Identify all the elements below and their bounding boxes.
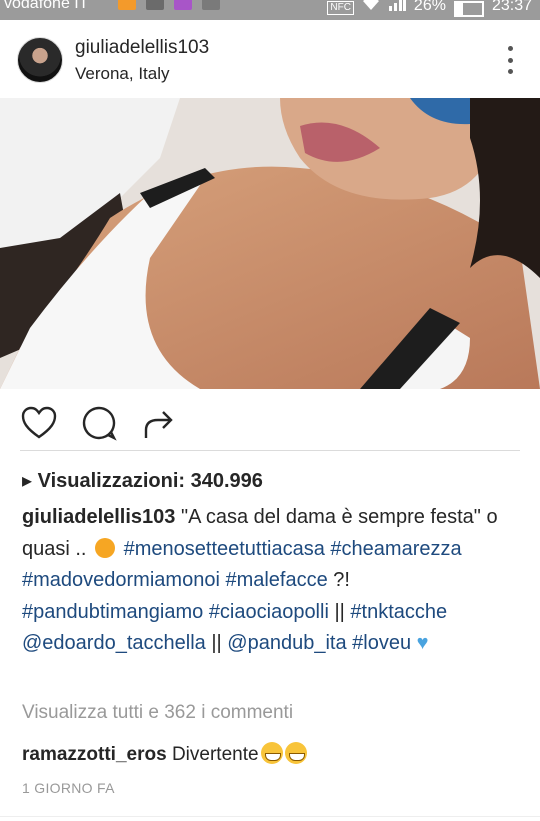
mention[interactable]: @edoardo_tacchella bbox=[22, 632, 206, 654]
divider bbox=[20, 450, 520, 451]
clock: 23:37 bbox=[491, 0, 532, 14]
post-location[interactable]: Verona, Italy bbox=[75, 64, 170, 84]
photo-notification-icon bbox=[146, 0, 164, 10]
status-bar: vodafone IT NFC 26% 23:37 bbox=[0, 0, 540, 20]
hashtag[interactable]: #pandubtimangiamo bbox=[22, 601, 203, 623]
hashtag[interactable]: #ciaociaopolli bbox=[209, 601, 329, 623]
hashtag[interactable]: #cheamarezza bbox=[330, 538, 461, 560]
action-bar bbox=[0, 400, 540, 446]
comment-row: ramazzotti_eros Divertente bbox=[22, 742, 307, 766]
battery-icon bbox=[453, 1, 484, 17]
edit-notification-icon bbox=[174, 0, 192, 10]
post-timestamp: 1 GIORNO FA bbox=[22, 780, 115, 796]
post-username[interactable]: giuliadelellis103 bbox=[75, 37, 209, 59]
views-label: Visualizzazioni: bbox=[37, 470, 186, 492]
comment-text: Divertente bbox=[171, 744, 259, 765]
hashtag[interactable]: #tnktacche bbox=[350, 601, 447, 623]
hashtag[interactable]: #loveu bbox=[352, 632, 411, 654]
post-photo[interactable] bbox=[0, 98, 540, 389]
avatar[interactable] bbox=[17, 37, 63, 83]
grin-emoji-icon bbox=[284, 742, 307, 764]
hashtag[interactable]: #madovedormiamonoi bbox=[22, 569, 220, 591]
grin-emoji-icon bbox=[260, 742, 283, 764]
share-arrow-icon[interactable] bbox=[140, 404, 178, 442]
hashtag[interactable]: #menosetteetuttiacasa bbox=[124, 538, 325, 560]
mention[interactable]: @pandub_ita bbox=[227, 632, 346, 654]
wifi-icon bbox=[362, 0, 380, 16]
battery-percent: 26% bbox=[413, 0, 446, 14]
emoji-face-icon bbox=[95, 537, 116, 558]
blue-heart-icon: ♥ bbox=[416, 632, 429, 654]
caption-username[interactable]: giuliadelellis103 bbox=[22, 506, 175, 528]
speech-bubble-icon[interactable] bbox=[80, 404, 118, 442]
caption-text: || bbox=[328, 600, 351, 623]
caption-text: ?! bbox=[327, 569, 350, 591]
views-number: 340.996 bbox=[190, 470, 263, 492]
comment-username[interactable]: ramazzotti_eros bbox=[22, 744, 167, 765]
post-caption: giuliadelellis103 "A casa del dama è sem… bbox=[22, 502, 522, 660]
signal-icon bbox=[388, 0, 406, 16]
hashtag[interactable]: #malefacce bbox=[225, 569, 327, 591]
divider bbox=[0, 816, 540, 817]
views-count[interactable]: ▸ Visualizzazioni: 340.996 bbox=[22, 468, 263, 493]
photo-illustration bbox=[0, 98, 540, 389]
play-triangle-icon: ▸ bbox=[22, 470, 33, 492]
view-all-comments-link[interactable]: Visualizza tutti e 362 i commenti bbox=[22, 702, 293, 724]
status-right-group: NFC 26% 23:37 bbox=[327, 0, 532, 17]
caption-text: || bbox=[205, 632, 228, 654]
mail-notification-icon bbox=[118, 0, 136, 10]
heart-outline-icon[interactable] bbox=[20, 404, 58, 442]
nfc-icon: NFC bbox=[327, 1, 354, 15]
carrier-name: vodafone IT bbox=[4, 0, 89, 12]
more-vertical-icon[interactable] bbox=[506, 46, 514, 74]
app-notification-icon bbox=[202, 0, 220, 10]
post-header: giuliadelellis103 Verona, Italy bbox=[0, 20, 540, 98]
